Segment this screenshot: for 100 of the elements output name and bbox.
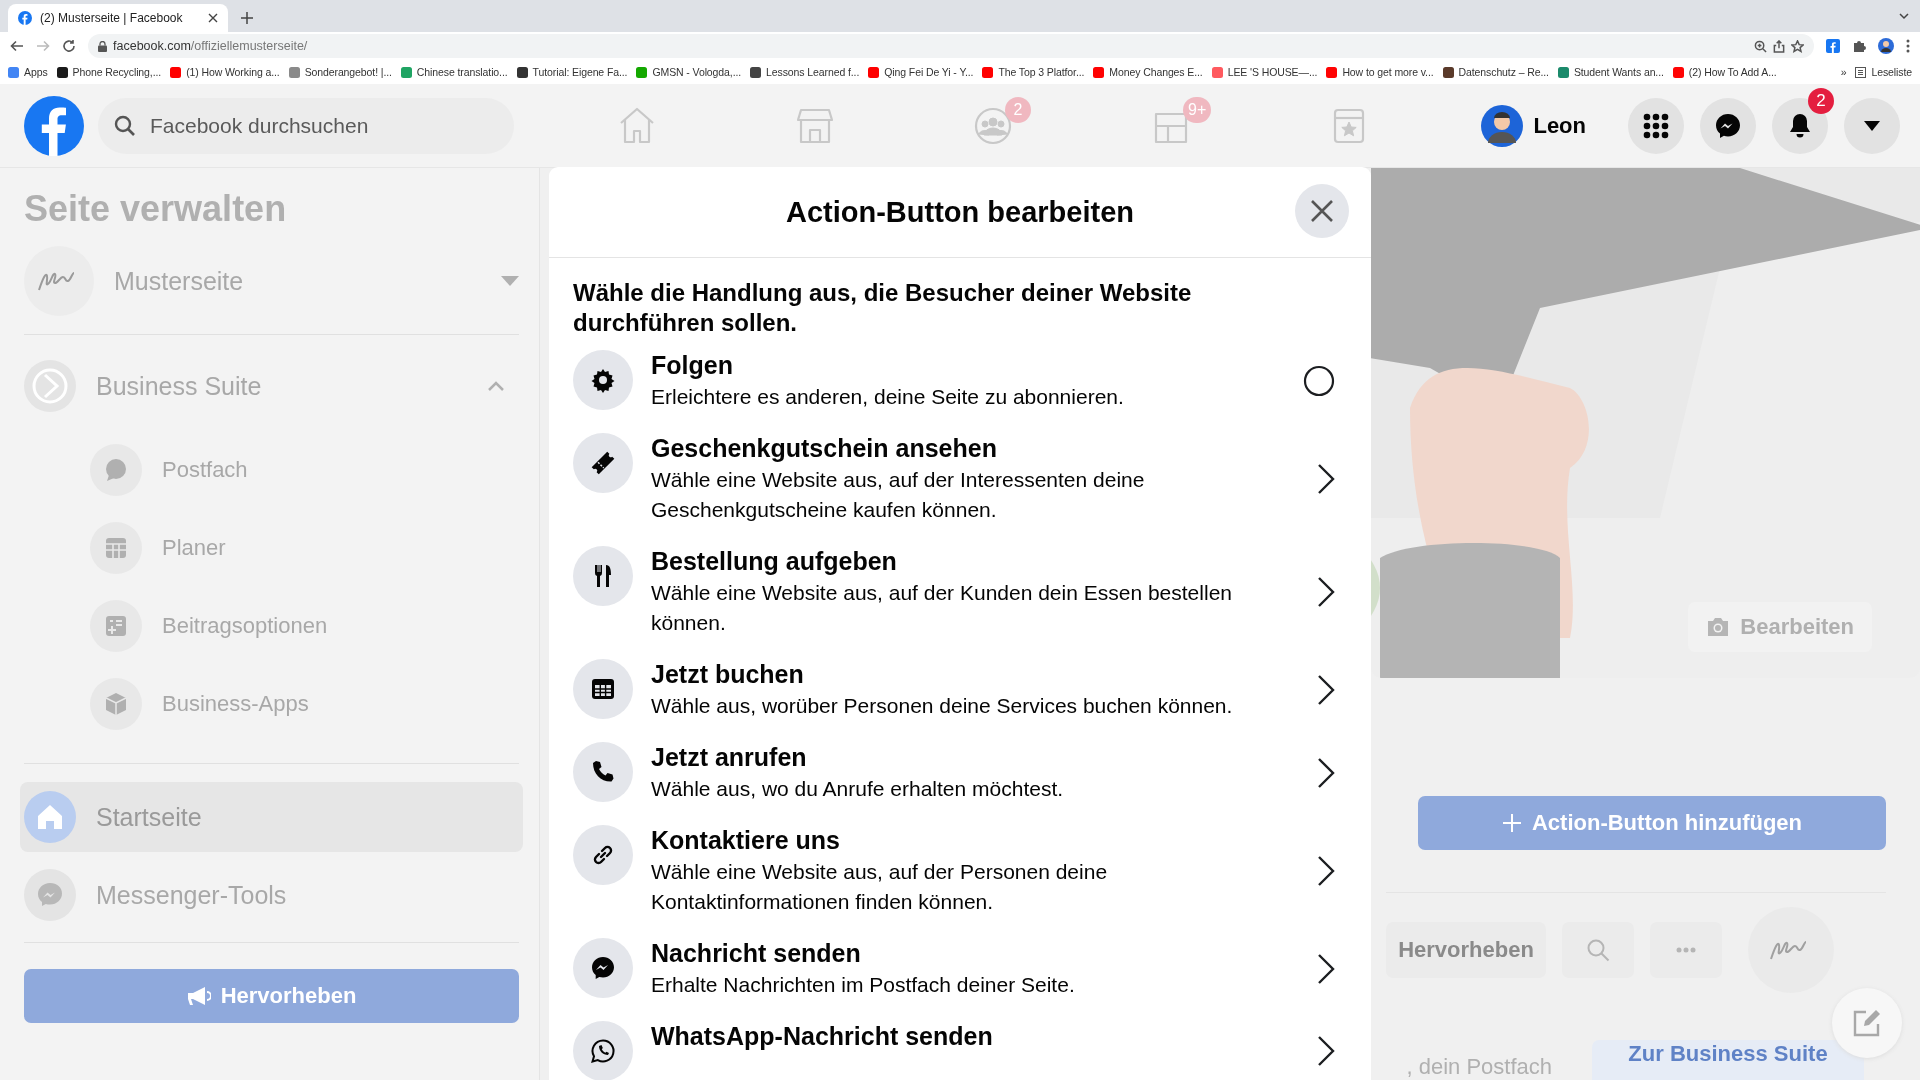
reload-icon[interactable] <box>62 39 76 53</box>
bookmark[interactable]: Qing Fei De Yi - Y... <box>868 66 974 78</box>
puzzle-icon[interactable] <box>1852 39 1866 53</box>
zoom-icon[interactable] <box>1754 39 1767 53</box>
bookmark[interactable]: Sonderangebot! |... <box>288 66 392 78</box>
calendar-icon <box>573 659 633 719</box>
chevron-right-icon <box>1317 953 1335 985</box>
sidebar-title: Seite verwalten <box>24 188 288 230</box>
chevron-right-icon <box>1317 463 1335 495</box>
action-option[interactable]: WhatsApp-Nachricht senden <box>573 1021 1347 1080</box>
notification-badge: 2 <box>1808 87 1834 114</box>
camera-icon <box>1706 617 1731 637</box>
more-bookmarks-button[interactable]: » <box>1840 66 1847 78</box>
chevron-down-icon[interactable] <box>1898 10 1910 22</box>
bookmark[interactable]: (2) How To Add A... <box>1672 66 1777 78</box>
bell-icon <box>1788 112 1812 139</box>
bookmark[interactable]: The Top 3 Platfor... <box>982 66 1085 78</box>
option-description: Erhalte Nachrichten im Postfach deiner Seite. <box>651 972 1076 998</box>
inbox-text: , dein Postfach <box>1406 1054 1552 1080</box>
option-description: Wähle eine Website aus, auf der Kunden dein Essen bestellen können. <box>651 580 1233 636</box>
action-option[interactable]: Folgen Erleichtere es anderen, deine Seite zu abonnieren. <box>573 350 1347 433</box>
facebook-extension-icon[interactable] <box>1826 39 1840 53</box>
dialog-title: Action-Button bearbeiten <box>786 195 1134 229</box>
star-icon[interactable] <box>1791 39 1804 53</box>
bookmark[interactable]: Money Changes E... <box>1093 66 1203 78</box>
option-title: Jetzt buchen <box>651 659 805 689</box>
messenger-icon <box>1715 112 1741 139</box>
option-title: WhatsApp-Nachricht senden <box>651 1021 994 1051</box>
close-icon <box>1310 199 1334 223</box>
option-title: Nachricht senden <box>651 938 862 968</box>
action-option[interactable]: Jetzt buchen Wähle aus, worüber Personen deine Services buchen können. <box>573 659 1347 742</box>
bookmark[interactable]: Apps <box>8 66 48 78</box>
action-option[interactable]: Kontaktiere uns Wähle eine Website aus, auf der Personen deine Kontaktinformationen finden können. <box>573 825 1347 938</box>
chevron-right-icon <box>1317 855 1335 887</box>
action-option[interactable]: Bestellung aufgeben Wähle eine Website aus, auf der Kunden dein Essen bestellen können. <box>573 546 1347 659</box>
option-description: Erleichtere es anderen, deine Seite zu abonnieren. <box>651 384 1125 410</box>
chat-bubble-icon <box>90 444 142 496</box>
option-description: Wähle aus, worüber Personen deine Services buchen können. <box>651 693 1234 719</box>
option-title: Jetzt anrufen <box>651 742 808 772</box>
back-icon[interactable] <box>10 39 24 53</box>
avatar-icon <box>1481 104 1524 147</box>
option-title: Kontaktiere uns <box>651 825 841 855</box>
close-button[interactable] <box>1295 184 1349 238</box>
share-icon[interactable] <box>1773 39 1785 53</box>
notification-badge: 2 <box>1005 96 1031 123</box>
bookmark[interactable]: (1) How Working a... <box>170 66 280 78</box>
profile-avatar-icon[interactable] <box>1878 38 1894 54</box>
megaphone-icon <box>186 986 211 1006</box>
edit-icon <box>1852 1008 1882 1038</box>
search-field[interactable]: Facebook durchsuchen <box>148 112 498 139</box>
option-description: Wähle eine Website aus, auf der Personen deine Kontaktinformationen finden können. <box>651 859 1109 915</box>
cube-icon <box>90 678 142 730</box>
chevron-right-icon <box>1317 757 1335 789</box>
option-description: Wähle eine Website aus, auf der Interessenten deine Geschenkgutscheine kaufen können. <box>651 467 1146 523</box>
grid-icon <box>1643 112 1669 139</box>
chat-phone-icon <box>573 1021 633 1080</box>
gear-icon <box>573 350 633 410</box>
menu-icon[interactable] <box>1906 39 1910 53</box>
action-option[interactable]: Jetzt anrufen Wähle aus, wo du Anrufe erhalten möchtest. <box>573 742 1347 825</box>
messenger-icon <box>24 869 76 921</box>
close-icon[interactable] <box>208 13 218 23</box>
calendar-grid-icon <box>90 522 142 574</box>
caret-down-icon <box>501 276 519 286</box>
action-option[interactable]: Geschenkgutschein ansehen Wähle eine Website aus, auf der Interessenten deine Geschenkgutscheine kaufen können. <box>573 433 1347 546</box>
bookmark[interactable]: Student Wants an... <box>1557 66 1664 78</box>
cutlery-icon <box>573 546 633 606</box>
bookmark[interactable]: Lessons Learned f... <box>750 66 860 78</box>
bookmark[interactable]: LEE 'S HOUSE—... <box>1211 66 1318 78</box>
option-title: Bestellung aufgeben <box>651 546 898 576</box>
new-tab-icon[interactable] <box>240 11 254 25</box>
action-option[interactable]: Nachricht senden Erhalte Nachrichten im Postfach deiner Seite. <box>573 938 1347 1021</box>
profile-link[interactable]: Leon <box>1481 104 1586 147</box>
search-icon <box>1586 938 1610 962</box>
bookmark[interactable]: Chinese translatio... <box>400 66 508 78</box>
browser-tab[interactable]: (2) Musterseite | Facebook <box>8 4 228 32</box>
radio-button[interactable] <box>1303 365 1335 397</box>
address-bar[interactable]: facebook.com/offiziellemusterseite/ <box>88 34 1814 58</box>
messenger-icon <box>573 938 633 998</box>
bookmark[interactable]: How to get more v... <box>1326 66 1434 78</box>
bookmark[interactable]: Tutorial: Eigene Fa... <box>516 66 628 78</box>
post-options-icon <box>90 600 142 652</box>
bookmark[interactable]: Datenschutz – Re... <box>1442 66 1549 78</box>
chevron-right-icon <box>1317 576 1335 608</box>
circle-play-icon <box>24 360 76 412</box>
group-icon <box>973 105 1013 146</box>
search-bar[interactable]: Facebook durchsuchen <box>98 97 514 154</box>
notification-badge: 9+ <box>1183 96 1212 123</box>
url-text: facebook.com/offiziellemusterseite/ <box>113 39 308 53</box>
bookmark[interactable]: Phone Recycling,... <box>56 66 162 78</box>
search-icon <box>114 114 136 137</box>
option-description: Wähle aus, wo du Anrufe erhalten möchtest. <box>651 776 1065 802</box>
caret-down-icon <box>1863 119 1881 132</box>
reading-list-button[interactable]: Leseliste <box>1855 66 1912 78</box>
plus-icon <box>1501 813 1522 833</box>
facebook-icon <box>18 11 32 25</box>
bookmark[interactable]: GMSN - Vologda,... <box>636 66 742 78</box>
dialog-prompt: Wähle die Handlung aus, die Besucher deiner Website durchführen sollen. <box>573 278 1193 338</box>
facebook-logo[interactable] <box>24 95 84 156</box>
more-icon <box>1676 947 1696 953</box>
link-icon <box>573 825 633 885</box>
